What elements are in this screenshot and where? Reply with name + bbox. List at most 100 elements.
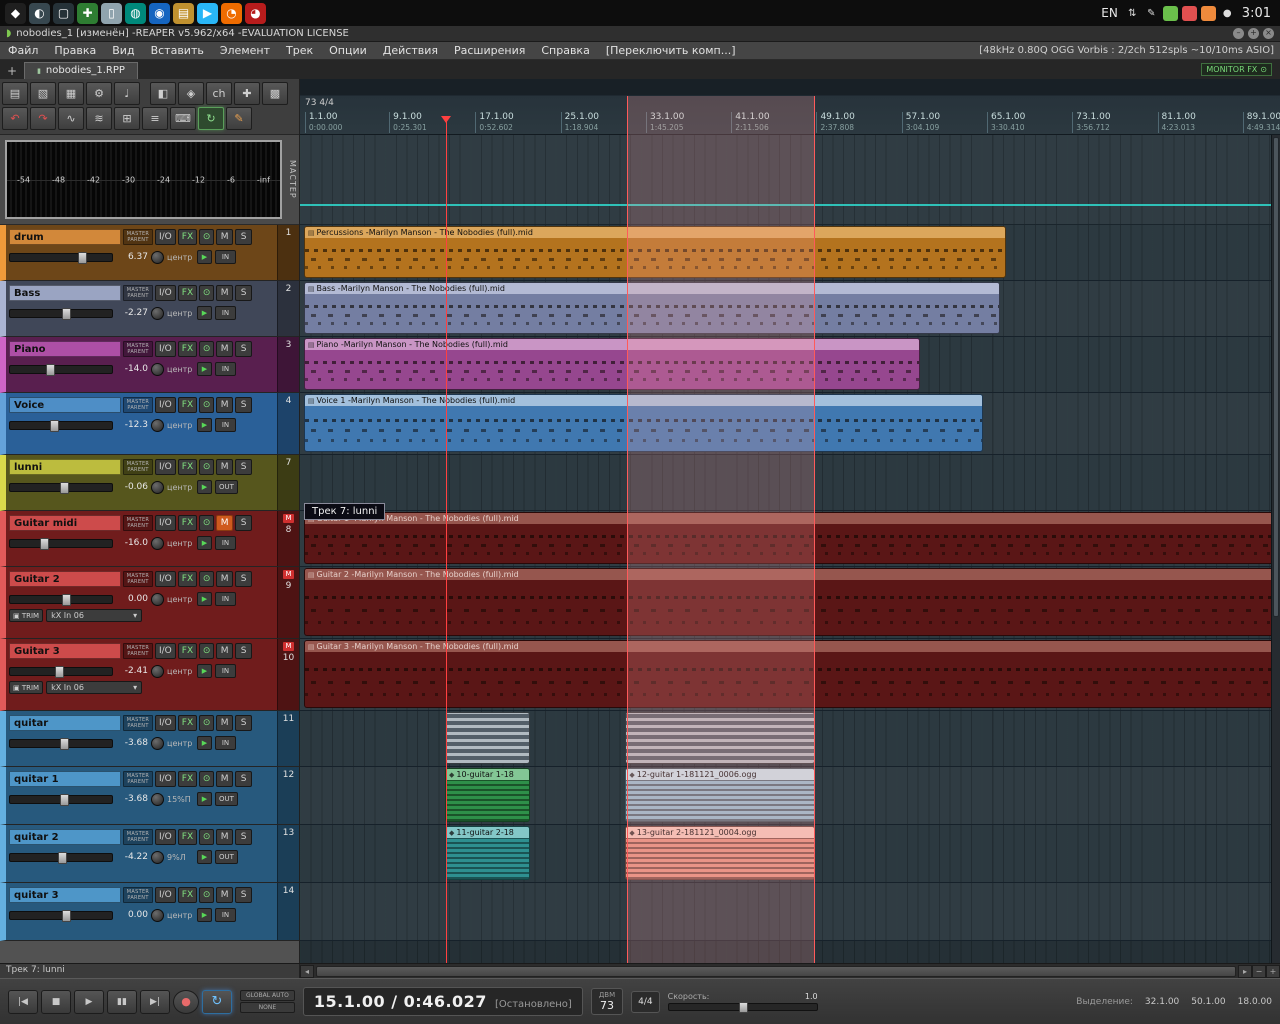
track-number[interactable]: 12 [283, 770, 294, 780]
io-button[interactable]: I/O [155, 341, 176, 357]
fx-enable-button[interactable]: ⊙ [199, 341, 215, 357]
close-button[interactable]: × [1263, 28, 1274, 39]
save-project-button[interactable]: ▦ [58, 82, 84, 105]
monitor-button[interactable]: IN [215, 418, 236, 432]
window-titlebar[interactable]: ◗ nobodies_1 [изменён] -REAPER v5.962/x6… [0, 26, 1280, 42]
fx-enable-button[interactable]: ⊙ [199, 515, 215, 531]
media-explorer-button[interactable]: ≋ [86, 107, 112, 130]
pan-knob[interactable] [151, 418, 164, 432]
pan-knob[interactable] [151, 592, 164, 606]
fx-button[interactable]: FX [177, 887, 198, 903]
fx-button[interactable]: FX [177, 285, 198, 301]
solo-button[interactable]: S [235, 771, 253, 787]
fx-button[interactable]: FX [177, 515, 198, 531]
mute-button[interactable]: M [216, 397, 234, 413]
volume-fader[interactable] [9, 593, 113, 606]
zoom-out-button[interactable]: − [1252, 964, 1266, 978]
track-name[interactable]: Piano [9, 341, 121, 357]
master-parent-send-button[interactable]: MASTER PARENT [123, 771, 153, 787]
volume-fader-handle[interactable] [78, 251, 88, 264]
volume-fader-handle[interactable] [39, 537, 49, 550]
package-app-icon[interactable]: ✚ [77, 2, 98, 24]
mute-button[interactable]: M [216, 571, 234, 587]
record-arm-button[interactable]: ▶ [197, 250, 212, 264]
track-number[interactable]: 10 [283, 653, 294, 663]
new-project-button[interactable]: ▤ [2, 82, 28, 105]
bpm-value[interactable]: 73 [599, 999, 615, 1012]
track-number[interactable]: 13 [283, 828, 294, 838]
io-button[interactable]: I/O [155, 229, 176, 245]
open-project-button[interactable]: ▧ [30, 82, 56, 105]
monitor-button[interactable]: IN [215, 664, 236, 678]
volume-fader-handle[interactable] [62, 909, 72, 922]
playhead-position[interactable]: 15.1.00 / 0:46.027 [314, 992, 487, 1011]
snap-toggle-button[interactable]: ◈ [178, 82, 204, 105]
selection-start[interactable]: 32.1.00 [1145, 997, 1179, 1007]
horizontal-scrollbar[interactable]: ◂ ▸ − + [300, 964, 1280, 978]
mute-button[interactable]: M [216, 715, 234, 731]
volume-fader-handle[interactable] [45, 363, 55, 376]
playrate-slider-handle[interactable] [738, 1002, 748, 1013]
fx-enable-button[interactable]: ⊙ [199, 229, 215, 245]
clock[interactable]: 3:01 [1242, 6, 1271, 21]
scroll-right-button[interactable]: ▸ [1238, 964, 1252, 978]
new-tab-button[interactable]: + [0, 64, 24, 79]
volume-fader-handle[interactable] [49, 419, 59, 432]
master-parent-send-button[interactable]: MASTER PARENT [123, 715, 153, 731]
monitor-button[interactable]: OUT [215, 850, 238, 864]
telegram-app-icon[interactable]: ▶ [197, 2, 218, 24]
status-orange-icon[interactable] [1200, 5, 1216, 21]
track-name[interactable]: Guitar midi [9, 515, 121, 531]
tempo-marker[interactable]: 73 4/4 [305, 98, 334, 108]
virtual-midi-keyboard-button[interactable]: ⌨ [170, 107, 196, 130]
io-button[interactable]: I/O [155, 715, 176, 731]
arrange-view[interactable]: 73 4/4 1.1.00 0:00.000 9.1.00 0:25.301 17.1.… [300, 79, 1280, 963]
fx-button[interactable]: FX [177, 771, 198, 787]
fx-button[interactable]: FX [177, 715, 198, 731]
mute-button[interactable]: M [216, 341, 234, 357]
zoom-in-button[interactable]: + [1266, 964, 1280, 978]
volume-fader-handle[interactable] [60, 793, 70, 806]
track-name[interactable]: Guitar 3 [9, 643, 121, 659]
monitor-button[interactable]: IN [215, 592, 236, 606]
volume-fader-handle[interactable] [60, 737, 70, 750]
mute-button[interactable]: M [216, 459, 234, 475]
menu-item[interactable]: Трек [278, 43, 321, 58]
io-button[interactable]: I/O [155, 515, 176, 531]
master-meter[interactable]: -54 -48 -42 -30 -24 -12 -6 -inf [5, 140, 282, 219]
files-app-icon[interactable]: ▤ [173, 2, 194, 24]
track-name[interactable]: Guitar 2 [9, 571, 121, 587]
docker-toggle-button[interactable]: ◧ [150, 82, 176, 105]
stop-button[interactable]: ■ [41, 989, 71, 1014]
master-parent-send-button[interactable]: MASTER PARENT [123, 643, 153, 659]
volume-fader[interactable] [9, 251, 113, 264]
project-tab[interactable]: ▮ nobodies_1.RPP [24, 62, 138, 79]
mute-button[interactable]: M [216, 887, 234, 903]
fx-button[interactable]: FX [177, 829, 198, 845]
track-name[interactable]: quitar 2 [9, 829, 121, 845]
menu-item[interactable]: Правка [46, 43, 104, 58]
record-arm-button[interactable]: ▶ [197, 536, 212, 550]
volume-fader[interactable] [9, 909, 113, 922]
menu-item[interactable]: Вставить [143, 43, 212, 58]
solo-button[interactable]: S [235, 285, 253, 301]
track-number[interactable]: 9 [286, 581, 292, 591]
horizontal-scrollbar-thumb[interactable] [316, 965, 1236, 977]
volume-fader[interactable] [9, 307, 113, 320]
pause-button[interactable]: ▮▮ [107, 989, 137, 1014]
record-arm-button[interactable]: ▶ [197, 792, 212, 806]
selection-end[interactable]: 50.1.00 [1191, 997, 1225, 1007]
time-signature[interactable]: 4/4 [631, 990, 660, 1013]
pan-knob[interactable] [151, 250, 164, 264]
record-arm-button[interactable]: ▶ [197, 418, 212, 432]
pan-knob[interactable] [151, 306, 164, 320]
menu-item[interactable]: Действия [375, 43, 446, 58]
master-parent-send-button[interactable]: MASTER PARENT [123, 229, 153, 245]
master-label[interactable]: МАСТЕР [284, 140, 297, 219]
fx-button[interactable]: FX [177, 397, 198, 413]
trim-envelope-button[interactable]: ▣ TRIM [9, 681, 44, 694]
transport-position[interactable]: 15.1.00 / 0:46.027 [Остановлено] [302, 987, 583, 1016]
track-number[interactable]: 2 [286, 284, 292, 294]
settings-app-icon[interactable]: ◐ [29, 2, 50, 24]
fx-enable-button[interactable]: ⊙ [199, 829, 215, 845]
